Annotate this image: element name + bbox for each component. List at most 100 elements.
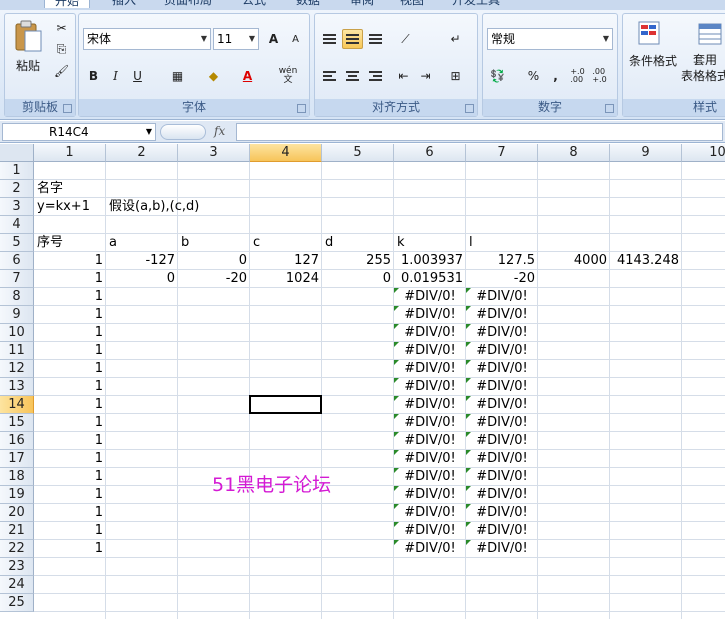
row-header-13[interactable]: 13 [0,378,34,396]
row-header-5[interactable]: 5 [0,234,34,252]
row-header-6[interactable]: 6 [0,252,34,270]
cell-r18c6[interactable]: #DIV/0! [394,468,466,486]
row-header-2[interactable]: 2 [0,180,34,198]
cell-r20c1[interactable]: 1 [34,504,106,522]
cell-r3c1[interactable]: y=kx+1 [34,198,106,216]
merge-center-icon[interactable]: ⊞ [445,66,466,86]
align-left-icon[interactable] [319,66,340,86]
bold-button[interactable]: B [83,66,104,86]
cell-r12c1[interactable]: 1 [34,360,106,378]
copy-icon[interactable]: ⎘ [51,39,72,59]
cell-r6c9[interactable]: 4143.248 [610,252,682,270]
cell-r7c6[interactable]: 0.019531 [394,270,466,288]
tab-insert[interactable]: 插入 [112,0,136,8]
cell-r21c1[interactable]: 1 [34,522,106,540]
clipboard-dialog-launcher[interactable] [63,104,72,113]
cell-r20c6[interactable]: #DIV/0! [394,504,466,522]
cell-r5c4[interactable]: c [250,234,322,252]
cell-r15c1[interactable]: 1 [34,414,106,432]
cell-r17c7[interactable]: #DIV/0! [466,450,538,468]
cell-r3c2[interactable]: 假设(a,b),(c,d) [106,198,250,216]
table-format-button[interactable]: 套用 表格格式 [681,52,725,84]
cell-r21c7[interactable]: #DIV/0! [466,522,538,540]
cell-r10c6[interactable]: #DIV/0! [394,324,466,342]
column-header-3[interactable]: 3 [178,144,250,162]
cell-r19c1[interactable]: 1 [34,486,106,504]
align-bottom-icon[interactable] [365,29,386,49]
cell-r12c7[interactable]: #DIV/0! [466,360,538,378]
conditional-format-icon[interactable] [635,18,667,50]
cell-r12c6[interactable]: #DIV/0! [394,360,466,378]
underline-button[interactable]: U [127,66,148,86]
font-name-select[interactable]: 宋体 ▼ [83,28,211,50]
cell-r6c7[interactable]: 127.5 [466,252,538,270]
row-header-9[interactable]: 9 [0,306,34,324]
align-middle-icon[interactable] [342,29,363,49]
column-header-9[interactable]: 9 [610,144,682,162]
phonetic-button[interactable]: wén 文 [275,66,301,86]
column-header-4[interactable]: 4 [250,144,322,162]
column-header-1[interactable]: 1 [34,144,106,162]
cell-r16c7[interactable]: #DIV/0! [466,432,538,450]
cell-r6c2[interactable]: -127 [106,252,178,270]
fill-color-icon[interactable]: ◆ [203,66,224,86]
paste-button[interactable]: 粘贴 [9,56,47,74]
cell-r7c4[interactable]: 1024 [250,270,322,288]
tab-view[interactable]: 视图 [400,0,424,8]
select-all-corner[interactable] [0,144,34,162]
row-header-8[interactable]: 8 [0,288,34,306]
cell-r5c7[interactable]: l [466,234,538,252]
insert-function-button[interactable]: fx [214,124,225,138]
tab-page-layout[interactable]: 页面布局 [164,0,212,8]
row-header-23[interactable]: 23 [0,558,34,576]
cell-r6c6[interactable]: 1.003937 [394,252,466,270]
shrink-font-button[interactable]: A [285,29,306,49]
cell-r11c1[interactable]: 1 [34,342,106,360]
cell-r21c6[interactable]: #DIV/0! [394,522,466,540]
cell-r6c3[interactable]: 0 [178,252,250,270]
cell-r16c6[interactable]: #DIV/0! [394,432,466,450]
cell-r13c7[interactable]: #DIV/0! [466,378,538,396]
cell-r22c1[interactable]: 1 [34,540,106,558]
tab-review[interactable]: 审阅 [350,0,374,8]
row-header-1[interactable]: 1 [0,162,34,180]
row-header-17[interactable]: 17 [0,450,34,468]
conditional-format-button[interactable]: 条件格式 [625,52,681,68]
cell-r5c2[interactable]: a [106,234,178,252]
cell-r8c1[interactable]: 1 [34,288,106,306]
row-header-7[interactable]: 7 [0,270,34,288]
cell-r6c1[interactable]: 1 [34,252,106,270]
cell-r7c3[interactable]: -20 [178,270,250,288]
column-header-8[interactable]: 8 [538,144,610,162]
cell-r6c8[interactable]: 4000 [538,252,610,270]
cell-r10c1[interactable]: 1 [34,324,106,342]
format-painter-icon[interactable]: 🖌 [51,61,72,81]
cell-r9c1[interactable]: 1 [34,306,106,324]
cell-r19c7[interactable]: #DIV/0! [466,486,538,504]
tab-formulas[interactable]: 公式 [242,0,266,8]
alignment-dialog-launcher[interactable] [465,104,474,113]
cell-r18c7[interactable]: #DIV/0! [466,468,538,486]
wrap-text-icon[interactable]: ↵ [445,29,466,49]
cell-r14c1[interactable]: 1 [34,396,106,414]
column-header-2[interactable]: 2 [106,144,178,162]
paste-icon[interactable] [9,18,47,54]
align-center-icon[interactable] [342,66,363,86]
cell-r17c1[interactable]: 1 [34,450,106,468]
row-header-25[interactable]: 25 [0,594,34,612]
cell-r7c1[interactable]: 1 [34,270,106,288]
cell-r8c6[interactable]: #DIV/0! [394,288,466,306]
increase-indent-icon[interactable]: ⇥ [415,66,436,86]
row-header-18[interactable]: 18 [0,468,34,486]
decrease-indent-icon[interactable]: ⇤ [393,66,414,86]
align-right-icon[interactable] [365,66,386,86]
cell-r15c6[interactable]: #DIV/0! [394,414,466,432]
row-header-15[interactable]: 15 [0,414,34,432]
cell-r5c1[interactable]: 序号 [34,234,106,252]
italic-button[interactable]: I [105,66,126,86]
cell-r10c7[interactable]: #DIV/0! [466,324,538,342]
row-header-24[interactable]: 24 [0,576,34,594]
tab-developer[interactable]: 开发工具 [452,0,500,8]
border-icon[interactable]: ▦ [167,66,188,86]
orientation-icon[interactable]: ⟋ [395,29,416,49]
